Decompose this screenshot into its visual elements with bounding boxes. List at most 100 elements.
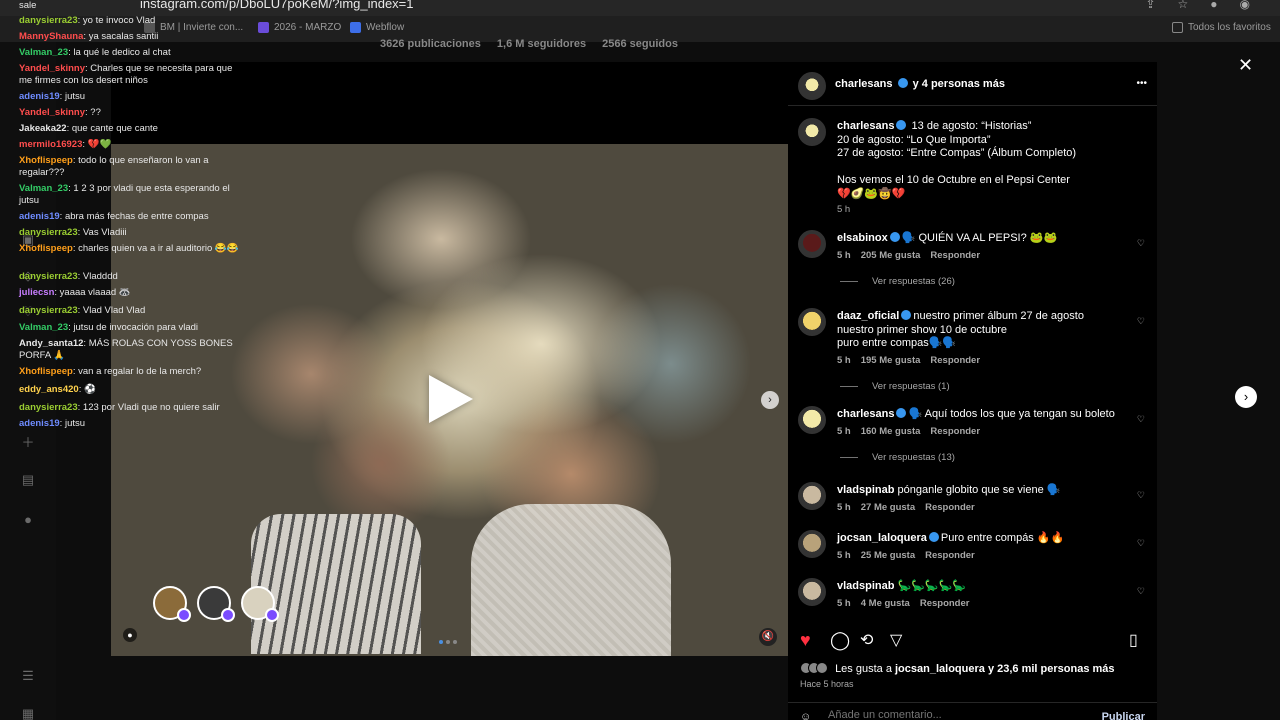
chat-message: Jakeaka22: que cante que cante [19, 123, 158, 134]
chat-username[interactable]: MannyShauna [19, 31, 83, 42]
threads-icon[interactable]: ● [20, 512, 36, 528]
next-image-icon[interactable]: › [761, 391, 779, 409]
profile-icon[interactable]: ◉ [1240, 0, 1250, 11]
chat-username[interactable]: Xhoflispeep [19, 155, 73, 166]
chat-username[interactable]: danysierra23 [19, 15, 78, 26]
chat-username[interactable]: danysierra23 [19, 271, 78, 282]
reply-button[interactable]: Responder [925, 502, 975, 513]
avatar[interactable] [798, 578, 826, 606]
avatar[interactable] [197, 586, 235, 622]
caption-username[interactable]: charlesans [837, 120, 894, 132]
reply-button[interactable]: Responder [930, 355, 980, 366]
chat-username[interactable]: Yandel_skinny [19, 107, 85, 118]
reply-button[interactable]: Responder [925, 550, 975, 561]
chat-username[interactable]: mermilo16923 [19, 139, 82, 150]
play-icon[interactable] [429, 375, 473, 423]
likes-others-link[interactable]: y 23,6 mil personas más [988, 663, 1115, 675]
likes-user-link[interactable]: jocsan_laloquera [895, 663, 985, 675]
create-icon[interactable]: ＋ [20, 432, 36, 450]
more-icon[interactable]: ▦ [20, 706, 36, 720]
comment-text: pónganle globito que se viene 🗣️ [897, 484, 1061, 496]
comment-input[interactable] [828, 709, 1068, 720]
chat-message: danysierra23: 123 por Vladi que no quier… [19, 402, 220, 413]
bookmark-webflow[interactable]: Webflow [350, 22, 404, 33]
comment-likes[interactable]: 195 Me gusta [861, 355, 921, 366]
share-icon[interactable]: ⇪ [1145, 0, 1155, 11]
avatar[interactable] [153, 586, 191, 622]
mute-icon[interactable]: 🔇 [759, 628, 777, 646]
comment-icon[interactable]: ◯ [830, 630, 850, 651]
chat-username[interactable]: Xhoflispeep [19, 366, 73, 377]
chat-username[interactable]: adenis19 [19, 211, 60, 222]
chat-username[interactable]: Valman_23 [19, 183, 68, 194]
comment-like-icon[interactable]: ♡ [1137, 414, 1145, 425]
chat-username[interactable]: adenis19 [19, 418, 60, 429]
profile-stats: 3626 publicaciones 1,6 M seguidores 2566… [380, 38, 678, 50]
star-icon[interactable]: ☆ [1178, 0, 1189, 11]
comment-text: 🗣️ QUIÉN VA AL PEPSI? 🐸🐸 [901, 232, 1058, 244]
comment-like-icon[interactable]: ♡ [1137, 490, 1145, 501]
comment-likes[interactable]: 25 Me gusta [861, 550, 915, 561]
chat-username[interactable]: juliecsn [19, 287, 54, 298]
comment-like-icon[interactable]: ♡ [1137, 238, 1145, 249]
avatar[interactable] [798, 406, 826, 434]
avatar[interactable] [798, 230, 826, 258]
view-replies-button[interactable]: Ver respuestas (26) [840, 276, 955, 287]
chat-username[interactable]: eddy_ans420 [19, 384, 79, 395]
avatar[interactable] [798, 308, 826, 336]
comment-likes[interactable]: 205 Me gusta [861, 250, 921, 261]
user-tag-icon[interactable]: ● [123, 628, 137, 642]
reply-button[interactable]: Responder [930, 426, 980, 437]
publish-button[interactable]: Publicar [1102, 711, 1145, 720]
comment-likes[interactable]: 27 Me gusta [861, 502, 915, 513]
comment-like-icon[interactable]: ♡ [1137, 538, 1145, 549]
send-icon[interactable]: ▽ [890, 630, 902, 650]
more-options-icon[interactable]: ••• [1136, 78, 1147, 89]
all-favorites[interactable]: Todos los favoritos [1172, 22, 1271, 33]
divider [840, 457, 858, 458]
dashboard-icon[interactable]: ▤ [20, 472, 36, 488]
header-username[interactable]: charlesans [835, 78, 892, 90]
share-icon[interactable]: ⟲ [860, 630, 873, 650]
save-icon[interactable]: ▯ [1129, 630, 1138, 650]
avatar[interactable] [241, 586, 279, 622]
chat-username[interactable]: Yandel_skinny [19, 63, 85, 74]
comment-like-icon[interactable]: ♡ [1137, 316, 1145, 327]
reply-button[interactable]: Responder [930, 250, 980, 261]
chat-username[interactable]: Valman_23 [19, 322, 68, 333]
comment-username[interactable]: elsabinox [837, 232, 888, 244]
comment-like-icon[interactable]: ♡ [1137, 586, 1145, 597]
view-replies-button[interactable]: Ver respuestas (1) [840, 381, 950, 392]
close-icon[interactable]: ✕ [1238, 55, 1253, 76]
comment-likes[interactable]: 160 Me gusta [861, 426, 921, 437]
comment-text: 🗣️ Aquí todos los que ya tengan su bolet… [908, 408, 1115, 420]
avatar[interactable] [798, 72, 826, 100]
comment-likes[interactable]: 4 Me gusta [861, 598, 910, 609]
chat-username[interactable]: Valman_23 [19, 47, 68, 58]
avatar[interactable] [798, 482, 826, 510]
chat-username[interactable]: Andy_santa12 [19, 338, 83, 349]
menu-icon[interactable]: ☰ [20, 668, 36, 684]
chat-username[interactable]: Jakeaka22 [19, 123, 67, 134]
emoji-icon[interactable]: ☺ [800, 711, 811, 720]
bookmark-2026-marzo[interactable]: 2026 - MARZO [258, 22, 341, 33]
comment-username[interactable]: jocsan_laloquera [837, 532, 927, 544]
next-post-icon[interactable]: › [1235, 386, 1257, 408]
chat-username[interactable]: Xhoflispeep [19, 243, 73, 254]
tagged-avatars [153, 586, 279, 622]
avatar[interactable] [798, 118, 826, 146]
comment-username[interactable]: vladspinab [837, 580, 894, 592]
chat-username[interactable]: danysierra23 [19, 402, 78, 413]
liked-heart-icon[interactable]: ♥ [800, 630, 811, 651]
comment-username[interactable]: charlesans [837, 408, 894, 420]
chat-username[interactable]: danysierra23 [19, 305, 78, 316]
view-replies-button[interactable]: Ver respuestas (13) [840, 452, 955, 463]
comment-username[interactable]: vladspinab [837, 484, 894, 496]
chat-username[interactable]: adenis19 [19, 91, 60, 102]
chat-username[interactable]: danysierra23 [19, 227, 78, 238]
reply-button[interactable]: Responder [920, 598, 970, 609]
extension-icon[interactable]: ● [1210, 0, 1217, 11]
avatar[interactable] [798, 530, 826, 558]
comment-username[interactable]: daaz_oficial [837, 310, 899, 322]
collaborators-link[interactable]: y 4 personas más [913, 78, 1005, 90]
